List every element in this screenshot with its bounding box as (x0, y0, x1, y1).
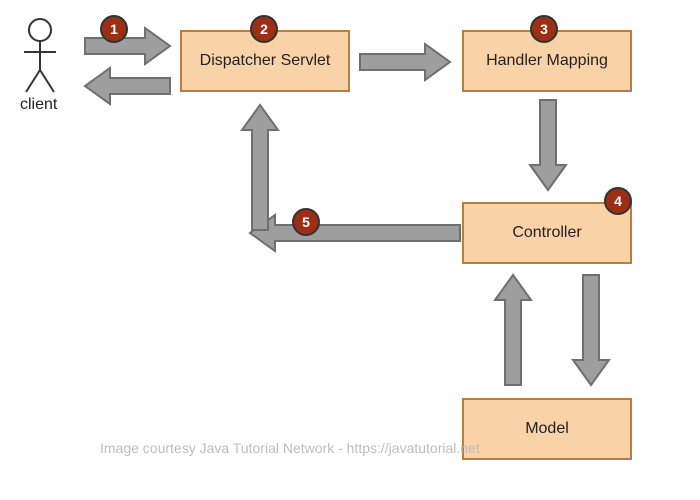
box-model-label: Model (525, 420, 569, 438)
badge-2: 2 (250, 15, 278, 43)
box-model: Model (462, 398, 632, 460)
arrow-up-to-dispatcher (242, 105, 278, 230)
arrow-client-to-dispatcher (85, 28, 170, 64)
arrow-controller-to-model (573, 275, 609, 385)
badge-3: 3 (530, 15, 558, 43)
arrow-handler-to-controller (530, 100, 566, 190)
box-controller: Controller (462, 202, 632, 264)
arrow-controller-to-dispatcher (250, 215, 460, 251)
box-handler-label: Handler Mapping (486, 52, 608, 70)
box-controller-label: Controller (512, 224, 581, 242)
client-label: client (20, 96, 57, 114)
diagram-stage: client Dispatcher Servlet Handler Mappin… (0, 0, 700, 500)
badge-1: 1 (100, 15, 128, 43)
arrow-dispatcher-to-client (85, 68, 170, 104)
client-figure (24, 19, 56, 92)
box-dispatcher-label: Dispatcher Servlet (200, 52, 331, 70)
arrow-model-to-controller (495, 275, 531, 385)
credit-text: Image courtesy Java Tutorial Network - h… (100, 440, 480, 456)
badge-4: 4 (604, 187, 632, 215)
badge-5: 5 (292, 208, 320, 236)
arrow-dispatcher-to-handler (360, 44, 450, 80)
